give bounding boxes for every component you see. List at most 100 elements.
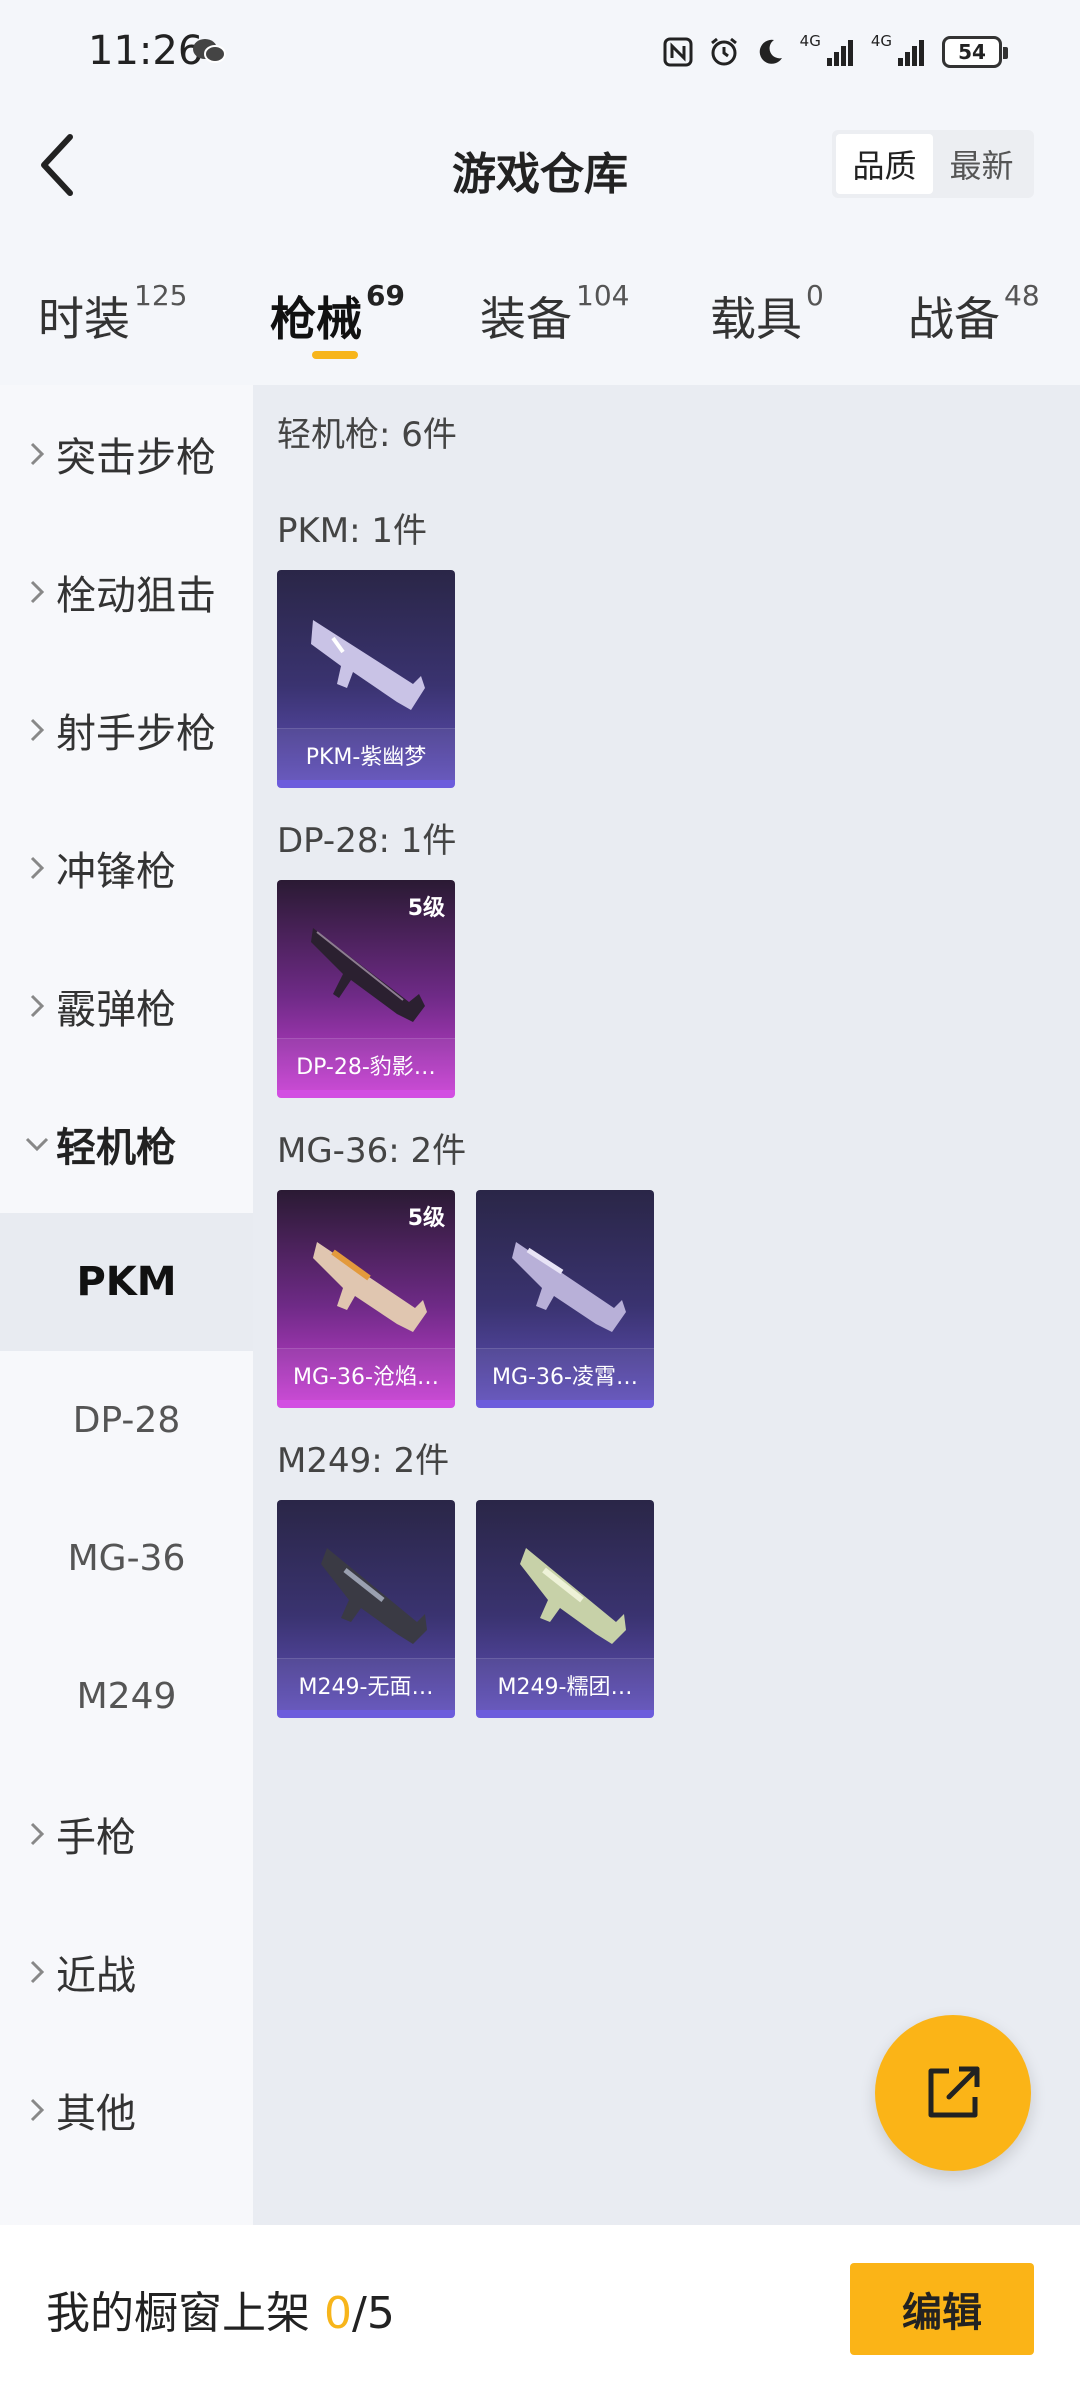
tab-label: 枪械: [270, 292, 362, 346]
signal-type-label: 4G: [799, 32, 821, 50]
tab-label: 载具: [710, 292, 802, 346]
chevron-right-icon: [18, 993, 56, 1019]
back-button[interactable]: [26, 130, 86, 200]
sidebar-item-label: 手枪: [56, 1815, 136, 1861]
showcase-status: 我的橱窗上架 0/5: [46, 2277, 395, 2341]
tab-label: 战备: [908, 292, 1000, 346]
item-grid-panel: 轻机枪: 6件 PKM: 1件 PKM-紫幽梦 DP-28: 1件 5级 DP-…: [253, 385, 1080, 2225]
back-arrow-icon: [41, 134, 73, 196]
category-count-heading: 轻机枪: 6件: [277, 415, 457, 455]
chevron-right-icon: [18, 441, 56, 467]
sidebar-item-label: 其他: [56, 2091, 136, 2137]
sort-toggle: 品质 最新: [832, 130, 1034, 198]
tab-label: 装备: [480, 292, 572, 346]
chevron-right-icon: [18, 855, 56, 881]
sidebar-item-label: 射手步枪: [56, 711, 216, 757]
moon-icon: [759, 39, 782, 64]
tab-guns[interactable]: 枪械 69: [270, 279, 405, 349]
sidebar-item-label: 轻机枪: [56, 1125, 176, 1171]
showcase-label: 我的橱窗上架: [46, 2288, 324, 2339]
header: 游戏仓库 品质 最新: [0, 100, 1080, 230]
group-heading: MG-36: 2件: [277, 1131, 467, 1171]
item-name: DP-28-豹影…: [277, 1038, 455, 1090]
sidebar-item-label: 突击步枪: [56, 435, 216, 481]
group-heading: M249: 2件: [277, 1441, 450, 1481]
status-icons: 4G 4G 54: [662, 32, 1008, 72]
item-card[interactable]: MG-36-凌霄…: [476, 1190, 654, 1408]
sidebar-item-label: 栓动狙击: [56, 573, 216, 619]
sidebar-item-smg[interactable]: 冲锋枪: [0, 799, 253, 937]
sidebar-item-melee[interactable]: 近战: [0, 1903, 253, 2041]
tab-count: 104: [576, 279, 630, 312]
group-heading: PKM: 1件: [277, 511, 428, 551]
tab-count: 125: [134, 279, 188, 312]
sidebar-subitem-pkm[interactable]: PKM: [0, 1213, 253, 1351]
sidebar-item-label: 霰弹枪: [56, 987, 176, 1033]
item-name: M249-无面…: [277, 1658, 455, 1710]
chevron-right-icon: [18, 1959, 56, 1985]
external-link-icon: [928, 2066, 980, 2118]
signal-type-label: 4G: [870, 32, 892, 50]
item-name: MG-36-沧焰…: [277, 1348, 455, 1400]
item-card[interactable]: 5级 DP-28-豹影…: [277, 880, 455, 1098]
sidebar-item-label: 近战: [56, 1953, 136, 1999]
sort-newest-button[interactable]: 最新: [933, 134, 1030, 194]
sidebar-item-label: 冲锋枪: [56, 849, 176, 895]
showcase-total-count: /5: [352, 2288, 395, 2339]
sidebar-item-marksman-rifle[interactable]: 射手步枪: [0, 661, 253, 799]
signal-icon: [898, 40, 924, 66]
tab-equipment[interactable]: 装备 104: [480, 279, 629, 349]
weapon-image: [321, 1548, 427, 1644]
chevron-right-icon: [18, 2097, 56, 2123]
sidebar-item-assault-rifle[interactable]: 突击步枪: [0, 385, 253, 523]
sidebar-item-other[interactable]: 其他: [0, 2041, 253, 2179]
chevron-right-icon: [18, 717, 56, 743]
sidebar-item-shotgun[interactable]: 霰弹枪: [0, 937, 253, 1075]
sidebar-item-pistol[interactable]: 手枪: [0, 1765, 253, 1903]
weapon-image: [311, 620, 425, 710]
showcase-current-count: 0: [324, 2288, 352, 2339]
item-card[interactable]: PKM-紫幽梦: [277, 570, 455, 788]
sidebar-subitem-mg36[interactable]: MG-36: [0, 1489, 253, 1627]
bottom-bar: 我的橱窗上架 0/5 编辑: [0, 2225, 1080, 2390]
status-time: 11:26: [88, 28, 204, 74]
tab-count: 69: [366, 279, 405, 312]
sort-quality-button[interactable]: 品质: [836, 134, 933, 194]
alarm-icon: [710, 37, 737, 66]
group-heading: DP-28: 1件: [277, 821, 457, 861]
active-tab-indicator: [312, 351, 358, 359]
chevron-down-icon: [18, 1136, 56, 1152]
sidebar-subitem-dp28[interactable]: DP-28: [0, 1351, 253, 1489]
weapon-image: [520, 1548, 626, 1644]
signal-icon: [826, 40, 853, 66]
sidebar-item-lmg[interactable]: 轻机枪: [0, 1075, 253, 1213]
chevron-right-icon: [18, 1821, 56, 1847]
battery-icon: 54: [942, 36, 1008, 68]
tab-supplies[interactable]: 战备 48: [908, 279, 1040, 349]
battery-level: 54: [958, 40, 986, 64]
sidebar: 突击步枪 栓动狙击 射手步枪 冲锋枪 霰弹枪 轻机枪 PKM DP-28 MG-…: [0, 385, 253, 2225]
item-card[interactable]: 5级 MG-36-沧焰…: [277, 1190, 455, 1408]
nfc-icon: [663, 37, 693, 67]
item-card[interactable]: M249-无面…: [277, 1500, 455, 1718]
sidebar-item-bolt-sniper[interactable]: 栓动狙击: [0, 523, 253, 661]
category-tabs: 时装 125 枪械 69 装备 104 载具 0 战备 48: [0, 265, 1080, 375]
item-name: M249-糯团…: [476, 1658, 654, 1710]
item-level-badge: 5级: [407, 896, 445, 921]
weapon-image: [512, 1242, 626, 1332]
item-level-badge: 5级: [407, 1206, 445, 1231]
chevron-right-icon: [18, 579, 56, 605]
edit-button[interactable]: 编辑: [850, 2263, 1034, 2355]
sidebar-subitem-m249[interactable]: M249: [0, 1627, 253, 1765]
share-button[interactable]: [875, 2015, 1031, 2171]
item-card[interactable]: M249-糯团…: [476, 1500, 654, 1718]
wechat-icon: [193, 39, 226, 63]
tab-label: 时装: [38, 292, 130, 346]
tab-count: 48: [1004, 279, 1040, 312]
item-name: MG-36-凌霄…: [476, 1348, 654, 1400]
status-bar: 11:26 4G 4G 54: [0, 0, 1080, 100]
tab-vehicles[interactable]: 载具 0: [710, 279, 824, 349]
item-name: PKM-紫幽梦: [277, 728, 455, 780]
tab-fashion[interactable]: 时装 125: [38, 279, 187, 349]
tab-count: 0: [806, 279, 824, 312]
